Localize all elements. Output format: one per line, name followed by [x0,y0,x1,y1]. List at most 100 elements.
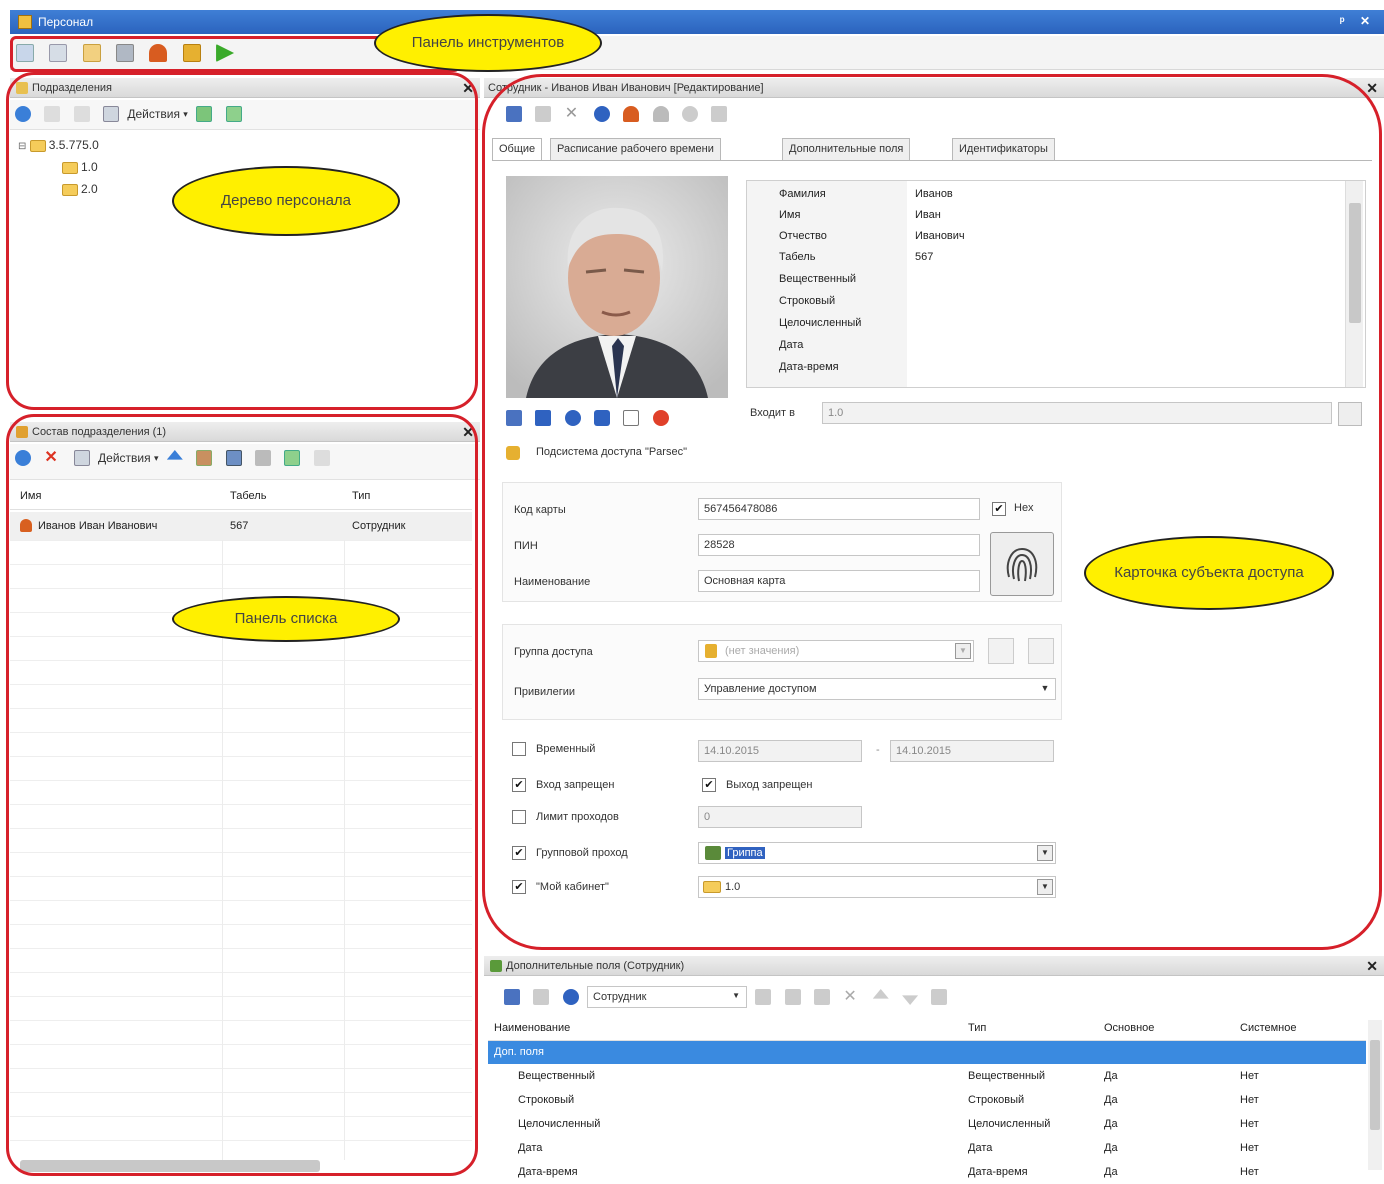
prop-row[interactable]: Отчество Иванович [747,226,1347,247]
collapse-icon[interactable] [73,106,90,122]
table-row[interactable]: Иванов Иван Иванович 567 Сотрудник [10,512,472,540]
prop-row[interactable]: Табель 567 [747,247,1347,268]
column-header-system[interactable]: Системное [1234,1016,1366,1040]
tree-node-2[interactable]: 2.0 [62,182,98,196]
tree-node-1[interactable]: 1.0 [62,160,98,174]
list-icon[interactable] [49,44,68,62]
collapse-toggle-icon[interactable]: ⊟ [18,141,26,152]
save-icon[interactable] [504,989,520,1005]
column-header-main[interactable]: Основное [1098,1016,1234,1040]
table-row[interactable]: Целочисленный Целочисленный Да Нет [488,1112,1366,1136]
group-pass-select[interactable]: Гриппа ▼ [698,842,1056,864]
fingerprint-button[interactable] [990,532,1054,596]
add-icon[interactable] [15,106,31,122]
tree-node-root[interactable]: ⊟ 3.5.775.0 [18,138,99,152]
temporary-checkbox[interactable] [512,742,526,756]
prop-row[interactable]: Вещественный [747,269,1347,290]
copy-button[interactable] [988,638,1014,664]
prop-row[interactable]: Фамилия Иванов [747,184,1347,205]
blank-icon[interactable] [623,410,640,426]
run-icon[interactable] [216,44,235,62]
add-field-icon[interactable] [755,989,772,1005]
filter-icon[interactable] [814,989,831,1005]
add-icon[interactable] [15,450,31,466]
entry-denied-checkbox[interactable]: ✔ [512,778,526,792]
folder-icon[interactable] [82,44,101,62]
close-icon[interactable]: ✕ [462,78,474,98]
users-icon[interactable] [116,44,135,62]
chevron-down-icon[interactable]: ▼ [1037,681,1053,697]
search-button[interactable] [1028,638,1054,664]
horizontal-scrollbar[interactable] [20,1160,320,1172]
date-to-input[interactable]: 14.10.2015 [890,740,1054,762]
undo-icon[interactable] [594,106,611,122]
chevron-down-icon[interactable]: ▼ [728,989,744,1005]
prop-row[interactable]: Целочисленный [747,313,1347,334]
properties-icon[interactable] [73,450,90,466]
pin-input[interactable]: 28528 [698,534,980,556]
forward-icon[interactable] [931,989,948,1005]
my-office-checkbox[interactable]: ✔ [512,880,526,894]
tab-general[interactable]: Общие [492,138,543,161]
column-header-type[interactable]: Тип [962,1016,1098,1040]
pass-limit-checkbox[interactable] [512,810,526,824]
prop-row[interactable]: Дата [747,335,1347,356]
table-row[interactable]: Строковый Строковый Да Нет [488,1088,1366,1112]
prop-row[interactable]: Строковый [747,291,1347,312]
date-from-input[interactable]: 14.10.2015 [698,740,862,762]
group-pass-checkbox[interactable]: ✔ [512,846,526,860]
table-row[interactable]: Дата Дата Да Нет [488,1136,1366,1160]
pass-limit-input[interactable]: 0 [698,806,862,828]
refresh-icon[interactable] [682,106,699,122]
card-code-input[interactable]: 567456478086 [698,498,980,520]
properties-icon[interactable] [103,106,120,122]
save-icon[interactable] [506,106,522,122]
document-icon[interactable] [284,450,301,466]
delete-icon[interactable]: ✕ [44,450,60,466]
close-icon[interactable]: ✕ [1366,956,1378,976]
entity-select[interactable]: Сотрудник ▼ [587,986,748,1008]
table-row[interactable]: Дата-время Дата-время Да Нет [488,1160,1366,1184]
vertical-scrollbar[interactable] [1368,1020,1382,1170]
vertical-scrollbar[interactable] [1345,181,1363,387]
edit-belongs-button[interactable] [1338,402,1362,426]
key-icon[interactable] [182,44,201,62]
load-photo-icon[interactable] [506,410,522,426]
delete-icon[interactable]: ✕ [565,106,581,122]
close-icon[interactable]: ✕ [462,422,474,442]
chevron-down-icon[interactable]: ▼ [1037,845,1053,861]
delete-icon[interactable]: ✕ [843,989,859,1005]
access-group-select[interactable]: (нет значения) ▼ [698,640,974,662]
column-header-type[interactable]: Тип [352,490,370,502]
person-gray-icon[interactable] [652,106,669,122]
belongs-field[interactable]: 1.0 [822,402,1332,424]
tab-extra-fields[interactable]: Дополнительные поля [782,138,911,160]
my-office-select[interactable]: 1.0 ▼ [698,876,1056,898]
prop-row[interactable]: Дата-время [747,357,1347,378]
privileges-select[interactable]: Управление доступом ▼ [698,678,1056,700]
chevron-down-icon[interactable]: ▼ [1037,879,1053,895]
chevron-down-icon[interactable]: ▼ [955,643,971,659]
column-header-tabel[interactable]: Табель [230,490,266,502]
move-icon[interactable] [196,450,213,466]
table-row[interactable]: Вещественный Вещественный Да Нет [488,1064,1366,1088]
move-up-icon[interactable] [872,989,889,999]
camera-icon[interactable] [594,410,611,426]
report-icon[interactable] [313,450,330,466]
move-up-icon[interactable] [166,450,183,460]
group-row[interactable]: Доп. поля [488,1040,1366,1064]
hex-checkbox[interactable]: ✔ [992,502,1006,516]
column-header-name[interactable]: Имя [20,490,41,502]
actions-menu[interactable]: Действия [98,451,151,465]
export-icon[interactable] [196,106,213,122]
expand-icon[interactable] [44,106,61,122]
forward-icon[interactable] [711,106,728,122]
tab-schedule[interactable]: Расписание рабочего времени [550,138,721,160]
undo-icon[interactable] [562,989,579,1005]
prop-row[interactable]: Имя Иван [747,205,1347,226]
person-icon[interactable] [623,106,640,122]
document-icon[interactable] [225,106,242,122]
departments-icon[interactable] [16,44,34,62]
column-header-name[interactable]: Наименование [488,1016,962,1040]
print-icon[interactable] [254,450,271,466]
